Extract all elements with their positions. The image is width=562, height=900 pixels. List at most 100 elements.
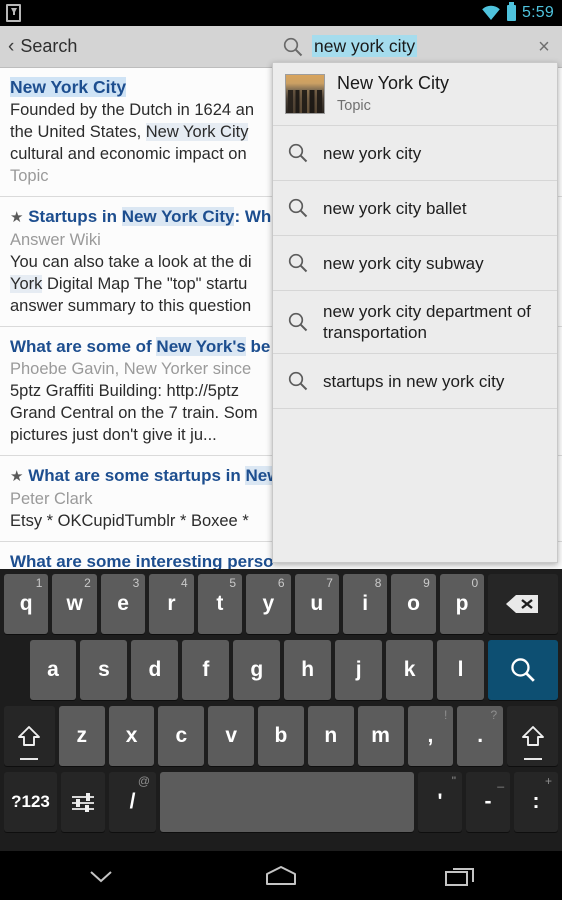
key-alt-label: 9: [423, 576, 430, 590]
key-alt-label: 2: [84, 576, 91, 590]
key-v[interactable]: v: [208, 706, 255, 766]
suggestion-item[interactable]: startups in new york city: [273, 354, 557, 409]
key-c[interactable]: c: [158, 706, 205, 766]
key-label: .: [477, 724, 484, 747]
key-label: o: [407, 592, 420, 615]
key-y[interactable]: 6y: [246, 574, 291, 634]
recent-apps-button[interactable]: [431, 856, 491, 896]
android-screen: 5:59 ‹ Search new york city × New York C…: [0, 0, 562, 900]
key-alt-label: ": [451, 774, 456, 788]
result-title-post: be: [245, 337, 271, 356]
keyboard-row-4: ?123 @ / " ' _ - +:: [0, 771, 562, 837]
key-label: d: [148, 658, 162, 681]
key-label: g: [250, 658, 264, 681]
search-icon: [285, 142, 311, 164]
key-label: z: [76, 724, 87, 747]
key-alt-label: 0: [471, 576, 479, 590]
key-a[interactable]: a: [29, 640, 77, 700]
key-alt-label: ?: [490, 708, 498, 722]
wifi-icon: [482, 5, 500, 21]
snippet-text: the United States,: [10, 123, 146, 141]
key-l[interactable]: l: [437, 640, 484, 700]
backspace-key[interactable]: [488, 574, 559, 634]
clear-search-icon[interactable]: ×: [526, 36, 562, 59]
key-label: /: [129, 790, 136, 813]
battery-icon: [507, 2, 517, 21]
key-t[interactable]: 5t: [197, 574, 243, 634]
key-dash[interactable]: _ -: [466, 772, 510, 832]
key-x[interactable]: x: [108, 706, 155, 766]
key-h[interactable]: h: [284, 640, 332, 700]
key-k[interactable]: k: [386, 640, 434, 700]
home-icon: [266, 865, 296, 885]
keyboard-settings-key[interactable]: [61, 772, 105, 832]
key-u[interactable]: 7u: [294, 574, 339, 634]
key-n[interactable]: n: [307, 706, 354, 766]
key-z[interactable]: z: [58, 706, 105, 766]
key-label: :: [532, 790, 540, 813]
key-f[interactable]: f: [182, 640, 230, 700]
key-m[interactable]: m: [357, 706, 404, 766]
hide-keyboard-chevron-icon: [90, 870, 112, 882]
key-label: ?123: [11, 792, 50, 811]
suggestion-label: startups in new york city: [323, 371, 505, 391]
search-icon: [285, 370, 311, 392]
star-icon: ★: [10, 209, 24, 226]
snippet-text: Digital Map The "top" startu: [42, 275, 248, 293]
key-i[interactable]: 8i: [342, 574, 388, 634]
result-title-highlight: New York's: [156, 337, 246, 356]
shift-key-right[interactable]: [507, 706, 558, 766]
result-title-pre: What are some of: [10, 337, 157, 356]
search-icon: [285, 311, 311, 333]
key-label: p: [455, 592, 469, 615]
spacebar-key[interactable]: [160, 772, 414, 832]
key-r[interactable]: 4r: [149, 574, 194, 634]
key-j[interactable]: j: [335, 640, 383, 700]
symbols-key[interactable]: ?123: [4, 772, 57, 832]
suggestion-item[interactable]: new york city ballet: [273, 181, 557, 236]
key-b[interactable]: b: [258, 706, 304, 766]
soft-keyboard[interactable]: 1q 2w 3e 4r 5t 6y 7u 8i 9o 0p a s d f g …: [0, 569, 562, 851]
status-bar-clock: 5:59: [522, 4, 554, 21]
key-alt-label: !: [443, 708, 448, 722]
key-label: j: [355, 658, 362, 681]
key-label: -: [484, 790, 492, 813]
key-period[interactable]: ?.: [457, 706, 504, 766]
hide-keyboard-button[interactable]: [71, 856, 131, 896]
key-o[interactable]: 9o: [391, 574, 436, 634]
suggestion-item-topic[interactable]: New York City Topic: [273, 63, 557, 126]
home-button[interactable]: [251, 856, 311, 896]
suggestion-item[interactable]: new york city subway: [273, 236, 557, 291]
shift-key-left[interactable]: [4, 706, 55, 766]
navigation-bar: [0, 851, 562, 900]
key-label: t: [216, 592, 224, 615]
result-title-pre: Startups in: [28, 207, 122, 226]
key-q[interactable]: 1q: [4, 574, 49, 634]
key-label: ,: [427, 724, 434, 747]
status-bar: 5:59: [0, 0, 562, 26]
search-input[interactable]: new york city: [312, 28, 526, 66]
result-title-pre: What are some interesting perso: [10, 552, 274, 569]
suggestion-item[interactable]: new york city department of transportati…: [273, 291, 557, 354]
key-g[interactable]: g: [233, 640, 281, 700]
enter-search-key[interactable]: [487, 640, 559, 700]
key-w[interactable]: 2w: [52, 574, 97, 634]
key-label: e: [117, 592, 129, 615]
key-alt-label: 7: [326, 576, 333, 590]
suggestion-item[interactable]: new york city: [273, 126, 557, 181]
search-suggestions-dropdown[interactable]: New York City Topic new york city new yo…: [272, 62, 558, 563]
recent-apps-icon: [445, 867, 474, 886]
result-title-text: New York City: [10, 77, 127, 97]
key-slash[interactable]: @ /: [109, 772, 156, 832]
key-e[interactable]: 3e: [100, 574, 146, 634]
back-button[interactable]: ‹ Search: [0, 36, 77, 57]
key-d[interactable]: d: [131, 640, 179, 700]
suggestion-topic-text: New York City Topic: [337, 72, 449, 116]
key-p[interactable]: 0p: [439, 574, 485, 634]
key-s[interactable]: s: [80, 640, 128, 700]
key-colon[interactable]: +:: [514, 772, 558, 832]
key-comma[interactable]: !,: [407, 706, 454, 766]
key-apostrophe[interactable]: " ': [418, 772, 462, 832]
key-label: b: [274, 724, 288, 747]
key-label: k: [403, 658, 416, 681]
